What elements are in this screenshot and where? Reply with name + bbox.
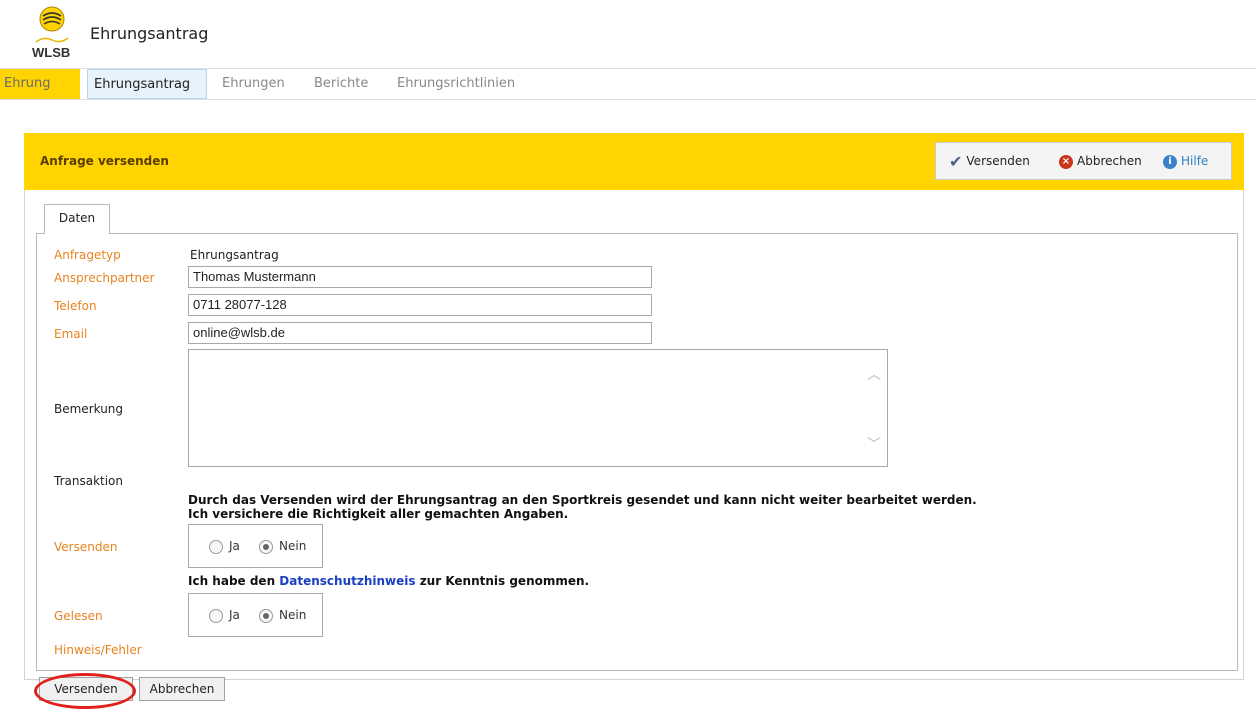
versenden-nein-radio[interactable]: Nein — [259, 539, 306, 554]
gelesen-radio-group: Ja Nein — [188, 593, 323, 637]
telefon-label: Telefon — [54, 299, 97, 313]
toolbar-send-label: Versenden — [966, 154, 1030, 168]
scroll-up-icon[interactable]: ︿ — [867, 364, 881, 384]
scroll-down-icon[interactable]: ﹀ — [867, 434, 881, 454]
versenden-ja-radio[interactable]: Ja — [209, 539, 240, 554]
nav-item-ehrungen[interactable]: Ehrungen — [216, 69, 291, 99]
app-title: Ehrungsantrag — [90, 24, 209, 43]
logo-text: WLSB — [32, 45, 71, 60]
telefon-field[interactable]: 0711 28077-128 — [188, 294, 652, 316]
radio-circle-icon — [209, 608, 223, 623]
anfragetyp-label: Anfragetyp — [54, 248, 121, 262]
privacy-prefix: Ich habe den — [188, 574, 280, 588]
panel-title: Anfrage versenden — [40, 154, 169, 168]
bemerkung-label: Bemerkung — [54, 402, 124, 416]
radio-selected-icon — [259, 608, 273, 623]
toolbar-send-button[interactable]: ✔ Versenden — [949, 143, 1030, 179]
radio-circle-icon — [209, 539, 223, 554]
tab-daten[interactable]: Daten — [44, 204, 110, 234]
transaktion-label: Transaktion — [54, 474, 123, 488]
nav-item-ehrungsrichtlinien[interactable]: Ehrungsrichtlinien — [391, 69, 521, 99]
toolbar-cancel-button[interactable]: × Abbrechen — [1059, 143, 1142, 179]
privacy-link[interactable]: Datenschutzhinweis — [279, 574, 415, 588]
info-icon: i — [1163, 154, 1177, 169]
panel-toolbar: ✔ Versenden × Abbrechen i Hilfe — [935, 142, 1232, 180]
ansprechpartner-label: Ansprechpartner — [54, 271, 155, 285]
privacy-notice: Ich habe den Datenschutzhinweis zur Kenn… — [188, 574, 589, 588]
checkmark-icon: ✔ — [949, 151, 963, 171]
gelesen-label: Gelesen — [54, 609, 103, 623]
toolbar-cancel-label: Abbrechen — [1077, 154, 1142, 168]
send-notice-line1: Durch das Versenden wird der Ehrungsantr… — [188, 493, 977, 507]
nav-item-ehrung[interactable]: Ehrung — [0, 69, 80, 99]
gelesen-ja-label: Ja — [229, 608, 240, 622]
versenden-ja-label: Ja — [229, 539, 240, 553]
highlight-ellipse — [34, 673, 136, 709]
toolbar-help-label: Hilfe — [1181, 154, 1209, 168]
versenden-radio-group: Ja Nein — [188, 524, 323, 568]
send-notice-line2: Ich versichere die Richtigkeit aller gem… — [188, 507, 569, 521]
versenden-nein-label: Nein — [279, 539, 307, 553]
hinweis-label: Hinweis/Fehler — [54, 643, 142, 657]
email-field[interactable]: online@wlsb.de — [188, 322, 652, 344]
gelesen-nein-radio[interactable]: Nein — [259, 608, 306, 623]
cancel-button[interactable]: Abbrechen — [139, 677, 225, 701]
nav-item-berichte[interactable]: Berichte — [308, 69, 374, 99]
main-nav: Ehrung Ehrungsantrag Ehrungen Berichte E… — [0, 69, 1256, 100]
anfragetyp-value: Ehrungsantrag — [190, 248, 279, 262]
gelesen-ja-radio[interactable]: Ja — [209, 608, 240, 623]
versenden-label: Versenden — [54, 540, 118, 554]
wlsb-logo: WLSB — [32, 5, 72, 63]
toolbar-help-button[interactable]: i Hilfe — [1163, 143, 1208, 179]
email-label: Email — [54, 327, 88, 341]
bemerkung-textarea[interactable]: ︿ ﹀ — [188, 349, 888, 467]
cancel-icon: × — [1059, 154, 1073, 169]
radio-selected-icon — [259, 539, 273, 554]
ansprechpartner-field[interactable]: Thomas Mustermann — [188, 266, 652, 288]
privacy-suffix: zur Kenntnis genommen. — [415, 574, 590, 588]
gelesen-nein-label: Nein — [279, 608, 307, 622]
nav-item-ehrungsantrag[interactable]: Ehrungsantrag — [87, 69, 207, 99]
